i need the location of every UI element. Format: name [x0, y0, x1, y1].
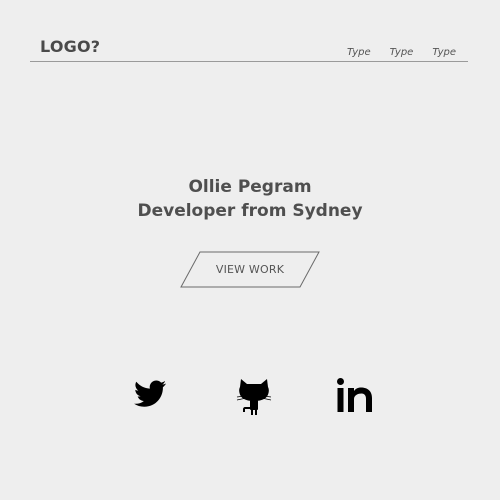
github-link[interactable] [236, 377, 272, 415]
github-icon [236, 379, 272, 415]
view-work-button[interactable]: VIEW WORK [180, 251, 320, 288]
nav-item-2[interactable]: Type [390, 47, 414, 58]
twitter-link[interactable] [133, 377, 167, 415]
nav-menu: Type Type Type [328, 47, 456, 58]
nav-item-3[interactable]: Type [432, 47, 456, 58]
linkedin-link[interactable] [337, 377, 373, 415]
hero: Ollie Pegram Developer from Sydney [0, 175, 500, 223]
logo[interactable]: LOGO? [40, 37, 100, 56]
hero-tagline: Developer from Sydney [137, 201, 363, 221]
view-work-label: VIEW WORK [215, 263, 285, 276]
nav-item-1[interactable]: Type [347, 47, 371, 58]
linkedin-icon [337, 378, 372, 412]
site-header: LOGO? Type Type Type [30, 30, 468, 62]
hero-name: Ollie Pegram [188, 177, 312, 197]
twitter-icon [134, 380, 166, 407]
